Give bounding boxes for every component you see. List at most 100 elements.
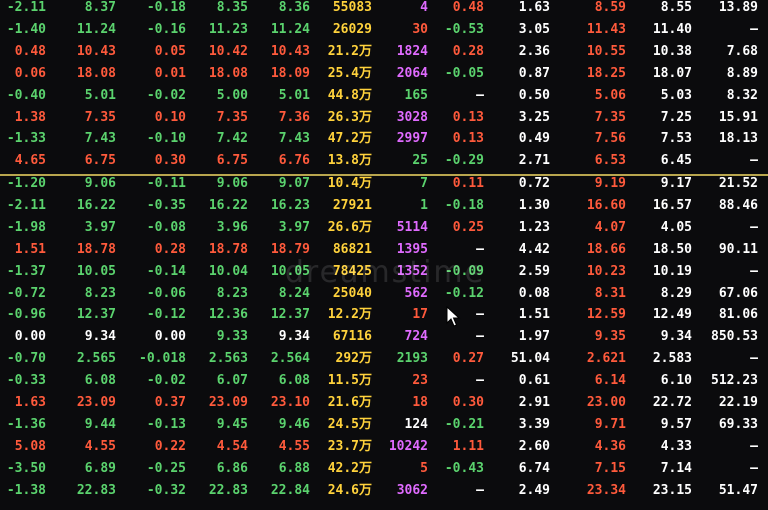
quote-row[interactable]: 0.48 10.43 0.05 10.42 10.43 21.2万 1824 0.28 2.36… [0,41,768,63]
quote-row[interactable]: 0.06 18.08 0.01 18.08 18.09 25.4万 2064 -0.05 0.8… [0,63,768,85]
high-cell: 5.06 [594,87,626,103]
bid-cell: 23.09 [208,395,248,410]
turnover-cell: 2.71 [518,153,550,169]
last-price-cell: 18.08 [76,65,116,81]
last-price-cell: 7.43 [84,131,116,147]
mouse-pointer-icon [446,306,461,327]
quote-row[interactable]: -2.11 8.37 -0.18 8.35 8.36 55083 4 0.48 1.63 8.59… [0,0,768,19]
volume-cell: 21.6万 [327,395,372,410]
bid-cell: 3.96 [216,219,248,235]
last-price-cell: 4.55 [84,438,116,454]
current-volume-cell: 1824 [396,43,428,59]
high-cell: 9.19 [594,176,626,191]
turnover-cell: 1.23 [518,219,550,235]
quote-row[interactable]: -0.40 5.01 -0.02 5.00 5.01 44.8万 165 — 0.50 5.06 5… [0,85,768,107]
quote-row[interactable]: -2.11 16.22 -0.35 16.22 16.23 27921 1 -0.18 1.30… [0,195,768,217]
quote-row[interactable]: 1.38 7.35 0.10 7.35 7.36 26.3万 3028 0.13 3.25 7.3… [0,107,768,129]
pe-ratio-cell: 512.23 [711,373,758,389]
quote-row[interactable]: -1.36 9.44 -0.13 9.45 9.46 24.5万 124 -0.21 3.39 9… [0,414,768,436]
quote-row[interactable]: -0.96 12.37 -0.12 12.36 12.37 12.2万 17—1.51 12.… [0,304,768,326]
ask-cell: 8.36 [278,0,310,15]
quote-row[interactable]: 1.63 23.09 0.37 23.09 23.10 21.6万 18 0.30 2.91 23… [0,392,768,414]
rate-cell: — [476,482,484,498]
ask-cell: 10.43 [270,43,310,59]
pe-ratio-cell: — [750,438,758,454]
turnover-cell: 0.61 [518,373,550,389]
quote-row[interactable]: 4.65 6.75 0.30 6.75 6.76 13.8万 25 -0.29 2.71 6.53… [0,150,768,172]
change-pct-cell: -1.98 [6,219,46,235]
last-price-cell: 22.83 [76,482,116,498]
bid-cell: 11.23 [208,21,248,37]
volume-cell: 21.2万 [327,43,372,59]
rate-cell: 0.28 [452,43,484,59]
rate-cell: 0.48 [452,0,484,15]
current-volume-cell: 10242 [388,438,428,454]
last-price-cell: 18.78 [76,241,116,257]
high-cell: 9.35 [594,329,626,345]
bid-cell: 4.54 [216,438,248,454]
ask-cell: 3.97 [278,219,310,235]
high-cell: 16.60 [586,197,626,213]
bid-cell: 5.00 [216,87,248,103]
change-pct-cell: 0.48 [14,43,46,59]
section-divider [0,174,768,176]
quote-row[interactable]: -3.50 6.89 -0.25 6.86 6.88 42.2万 5 -0.43 6.74 7.1… [0,458,768,480]
volume-cell: 23.7万 [327,438,372,454]
high-cell: 9.71 [594,416,626,432]
volume-cell: 10.4万 [327,176,372,191]
volume-cell: 47.2万 [327,131,372,147]
high-cell: 7.15 [594,460,626,476]
volume-cell: 13.8万 [327,153,372,169]
change-pct-cell: -0.40 [6,87,46,103]
pe-ratio-cell: — [750,21,758,37]
current-volume-cell: 2064 [396,65,428,81]
current-volume-cell: 25 [412,153,428,169]
quote-row[interactable]: -0.33 6.08 -0.02 6.07 6.08 11.5万 23 — 0.61 6.14 6.… [0,370,768,392]
pe-ratio-cell: 7.68 [726,43,758,59]
quote-row[interactable]: -0.70 2.565 -0.018 2.563 2.564 292万 2193 0.27 51… [0,348,768,370]
low-cell: 12.49 [652,307,692,323]
change-cell: -0.32 [146,482,186,498]
turnover-cell: 6.74 [518,460,550,476]
high-cell: 6.53 [594,153,626,169]
high-cell: 23.34 [586,482,626,498]
current-volume-cell: 5114 [396,219,428,235]
low-cell: 7.14 [660,460,692,476]
bid-cell: 9.45 [216,416,248,432]
high-cell: 4.36 [594,438,626,454]
volume-cell: 11.5万 [327,373,372,389]
quote-row[interactable]: 0.00 9.34 0.00 9.33 9.34 67116 724 — 1.97 9.35 9.3… [0,326,768,348]
bid-cell: 9.06 [216,176,248,191]
quote-row[interactable]: -1.40 11.24 -0.16 11.23 11.24 26029 30 -0.53 3.0… [0,19,768,41]
turnover-cell: 3.05 [518,21,550,37]
pe-ratio-cell: — [750,351,758,367]
change-cell: 0.00 [154,329,186,345]
pe-ratio-cell: 15.91 [718,109,758,125]
current-volume-cell: 30 [412,21,428,37]
bid-cell: 7.35 [216,109,248,125]
quote-row[interactable]: 5.08 4.55 0.22 4.54 4.55 23.7万 10242 1.11 2.60 4.… [0,436,768,458]
quote-row[interactable]: -1.38 22.83 -0.32 22.83 22.84 24.6万 3062 — 2.49 2… [0,480,768,502]
rate-cell: 0.11 [452,176,484,191]
last-price-cell: 8.23 [84,285,116,301]
rate-cell: -0.05 [444,65,484,81]
change-cell: 0.05 [154,43,186,59]
high-cell: 6.14 [594,373,626,389]
change-pct-cell: -1.20 [6,176,46,191]
change-cell: 0.37 [154,395,186,410]
bid-cell: 7.42 [216,131,248,147]
turnover-cell: 1.30 [518,197,550,213]
change-cell: -0.02 [146,87,186,103]
last-price-cell: 9.44 [84,416,116,432]
ask-cell: 12.37 [270,307,310,323]
last-price-cell: 6.08 [84,373,116,389]
quote-row[interactable]: -1.20 9.06 -0.11 9.06 9.07 10.4万 7 0.11 0.72 9.19… [0,173,768,195]
rate-cell: -0.18 [444,197,484,213]
low-cell: 9.34 [660,329,692,345]
quote-row[interactable]: -1.98 3.97 -0.08 3.96 3.97 26.6万 5114 0.25 1.23 4… [0,217,768,239]
bid-cell: 9.33 [216,329,248,345]
current-volume-cell: 23 [412,373,428,389]
quote-row[interactable]: -1.33 7.43 -0.10 7.42 7.43 47.2万 2997 0.13 0.49 7… [0,128,768,150]
last-price-cell: 9.06 [84,176,116,191]
pe-ratio-cell: 69.33 [718,416,758,432]
